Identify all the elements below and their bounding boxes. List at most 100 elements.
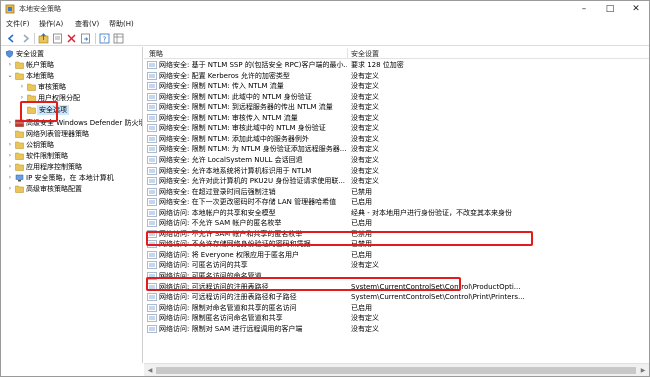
policy-name: 网络访问: 可远程访问的注册表路径和子路径 <box>159 293 297 302</box>
policy-row-icon <box>147 82 157 90</box>
menu-file[interactable]: 文件(F) <box>6 19 30 29</box>
list-item[interactable]: 网络安全: 在超过登录时间后强制注销 已禁用 <box>144 187 649 198</box>
list-item[interactable]: 网络访问: 本地帐户的共享和安全模型 经典 - 对本地用户进行身份验证，不改变其本… <box>144 208 649 219</box>
list-item[interactable]: 网络访问: 不允许 SAM 帐户和共享的匿名枚举 已禁用 <box>144 229 649 240</box>
folder-icon <box>15 185 24 193</box>
expand-icon[interactable]: › <box>18 82 26 92</box>
policy-row-icon <box>147 177 157 185</box>
forward-icon[interactable] <box>20 33 31 44</box>
policy-row-icon <box>147 293 157 301</box>
expand-icon[interactable]: › <box>6 118 14 128</box>
menu-view[interactable]: 查看(V) <box>75 19 99 29</box>
tree-label: 审核策略 <box>38 83 66 91</box>
expand-icon[interactable]: › <box>6 60 14 70</box>
policy-setting: 已启用 <box>351 303 372 312</box>
window: 本地安全策略 – □ ✕ 文件(F) 操作(A) 查看(V) 帮助(H) ? 安… <box>0 0 650 377</box>
column-header-policy[interactable]: 策略 <box>149 49 163 59</box>
scroll-left-icon[interactable]: ◀ <box>144 364 156 377</box>
tree-label: 网络列表管理器策略 <box>26 130 89 138</box>
tree-label: 应用程序控制策略 <box>26 163 82 171</box>
title-bar: 本地安全策略 – □ ✕ <box>1 1 649 17</box>
expand-icon[interactable]: › <box>6 173 14 183</box>
export-icon[interactable] <box>80 33 91 44</box>
close-button[interactable]: ✕ <box>623 1 649 17</box>
policy-setting: 没有定义 <box>351 166 379 175</box>
horizontal-scrollbar[interactable]: ◀ ▶ <box>144 363 649 376</box>
policy-setting: 要求 128 位加密 <box>351 61 404 69</box>
policy-row-icon <box>147 229 157 238</box>
properties-icon[interactable] <box>52 33 63 44</box>
tree-label: 软件限制策略 <box>26 152 68 160</box>
tree-label: 安全设置 <box>16 50 44 58</box>
list-item[interactable]: 网络安全: 限制 NTLM: 此域中的 NTLM 身份验证 没有定义 <box>144 92 649 103</box>
list-item[interactable]: 网络安全: 限制 NTLM: 到远程服务器的传出 NTLM 流量 没有定义 <box>144 102 649 113</box>
list-item[interactable]: 网络访问: 限制对命名管道和共享的匿名访问 已启用 <box>144 303 649 314</box>
tree-label: IP 安全策略，在 本地计算机 <box>26 174 114 182</box>
svg-text:?: ? <box>103 35 107 43</box>
list-item[interactable]: 网络安全: 限制 NTLM: 为 NTLM 身份验证添加远程服务器... 没有定义 <box>144 144 649 155</box>
menu-action[interactable]: 操作(A) <box>39 19 63 29</box>
collapse-icon[interactable]: ⌄ <box>6 71 14 81</box>
list-item[interactable]: 网络访问: 可远程访问的注册表路径和子路径 System\CurrentContr… <box>144 292 649 303</box>
window-title: 本地安全策略 <box>19 5 61 13</box>
list-item[interactable]: 网络安全: 配置 Kerberos 允许的加密类型 没有定义 <box>144 71 649 82</box>
list-item[interactable]: 网络安全: 限制 NTLM: 审核传入 NTLM 流量 没有定义 <box>144 113 649 124</box>
up-icon[interactable] <box>38 33 49 44</box>
list-item[interactable]: 网络安全: 允许 LocalSystem NULL 会话回退 没有定义 <box>144 155 649 166</box>
navigation-tree: 安全设置 › 帐户策略 ⌄ 本地策略 › 审核策略 › 用户权限分配 安全选项 … <box>1 47 143 363</box>
policy-setting: 已禁用 <box>351 187 372 196</box>
expand-icon[interactable]: › <box>18 93 26 103</box>
policy-row-icon <box>147 135 157 143</box>
list-item[interactable]: 网络安全: 限制 NTLM: 审核此域中的 NTLM 身份验证 没有定义 <box>144 123 649 134</box>
policy-setting: 没有定义 <box>351 314 379 323</box>
scroll-right-icon[interactable]: ▶ <box>637 364 649 377</box>
list-item[interactable]: 网络访问: 将 Everyone 权限应用于匿名用户 已启用 <box>144 250 649 261</box>
list-item[interactable]: 网络安全: 基于 NTLM SSP 的(包括安全 RPC)客户端的最小... 要求… <box>144 60 649 71</box>
list-item[interactable]: 网络访问: 可匿名访问的共享 没有定义 <box>144 260 649 271</box>
policy-row-icon <box>147 71 157 80</box>
policy-row-icon <box>147 261 157 270</box>
list-item[interactable]: 网络访问: 不允许 SAM 帐户的匿名枚举 已启用 <box>144 218 649 229</box>
policy-name: 网络安全: 允许本地系统将计算机标识用于 NTLM <box>159 166 312 175</box>
policy-row-icon <box>147 61 157 69</box>
policy-setting: 没有定义 <box>351 145 379 154</box>
list-item[interactable]: 网络访问: 限制对 SAM 进行远程调用的客户端 没有定义 <box>144 324 649 335</box>
folder-icon <box>15 141 24 149</box>
policy-setting: 没有定义 <box>351 71 379 80</box>
list-item[interactable]: 网络安全: 限制 NTLM: 传入 NTLM 流量 没有定义 <box>144 81 649 92</box>
menu-help[interactable]: 帮助(H) <box>109 19 134 29</box>
delete-icon[interactable] <box>66 33 77 44</box>
expand-icon[interactable]: › <box>6 140 14 150</box>
help-icon[interactable]: ? <box>99 33 110 44</box>
scrollbar-thumb[interactable] <box>156 367 636 374</box>
policy-name: 网络访问: 不允许存储网络身份验证的密码和凭据 <box>159 240 311 249</box>
expand-icon[interactable]: › <box>6 151 14 161</box>
policy-name: 网络安全: 允许对此计算机的 PKU2U 身份验证请求使用联... <box>159 177 346 186</box>
list-item[interactable]: 网络安全: 允许对此计算机的 PKU2U 身份验证请求使用联... 没有定义 <box>144 176 649 187</box>
policy-row-icon <box>147 198 157 206</box>
folder-icon <box>27 94 36 102</box>
list-item[interactable]: 网络访问: 不允许存储网络身份验证的密码和凭据 已禁用 <box>144 239 649 250</box>
back-icon[interactable] <box>6 33 17 44</box>
policy-setting: 已启用 <box>351 250 372 259</box>
policy-setting: 已禁用 <box>351 240 372 249</box>
policy-name: 网络安全: 限制 NTLM: 审核此域中的 NTLM 身份验证 <box>159 124 326 133</box>
grid-icon[interactable] <box>113 33 124 44</box>
column-header-setting[interactable]: 安全设置 <box>351 49 379 59</box>
list-item[interactable]: 网络访问: 可远程访问的注册表路径 System\CurrentControlSe… <box>144 282 649 293</box>
column-divider[interactable] <box>347 48 348 58</box>
policy-row-icon <box>147 124 157 133</box>
list-item[interactable]: 网络安全: 在下一次更改密码时不存储 LAN 管理器哈希值 已启用 <box>144 197 649 208</box>
policy-setting: 没有定义 <box>351 324 379 333</box>
list-item[interactable]: 网络访问: 限制匿名访问命名管道和共享 没有定义 <box>144 313 649 324</box>
list-item[interactable]: 网络安全: 允许本地系统将计算机标识用于 NTLM 没有定义 <box>144 166 649 177</box>
folder-icon <box>27 83 36 91</box>
list-item[interactable]: 网络安全: 限制 NTLM: 添加此域中的服务器例外 没有定义 <box>144 134 649 145</box>
expand-icon[interactable]: › <box>6 162 14 172</box>
policy-setting: 没有定义 <box>351 82 379 91</box>
minimize-button[interactable]: – <box>571 1 597 17</box>
expand-icon[interactable]: › <box>6 184 14 194</box>
maximize-button[interactable]: □ <box>597 1 623 17</box>
list-item[interactable]: 网络访问: 可匿名访问的命名管道 <box>144 271 649 282</box>
toolbar: ? <box>1 30 649 46</box>
